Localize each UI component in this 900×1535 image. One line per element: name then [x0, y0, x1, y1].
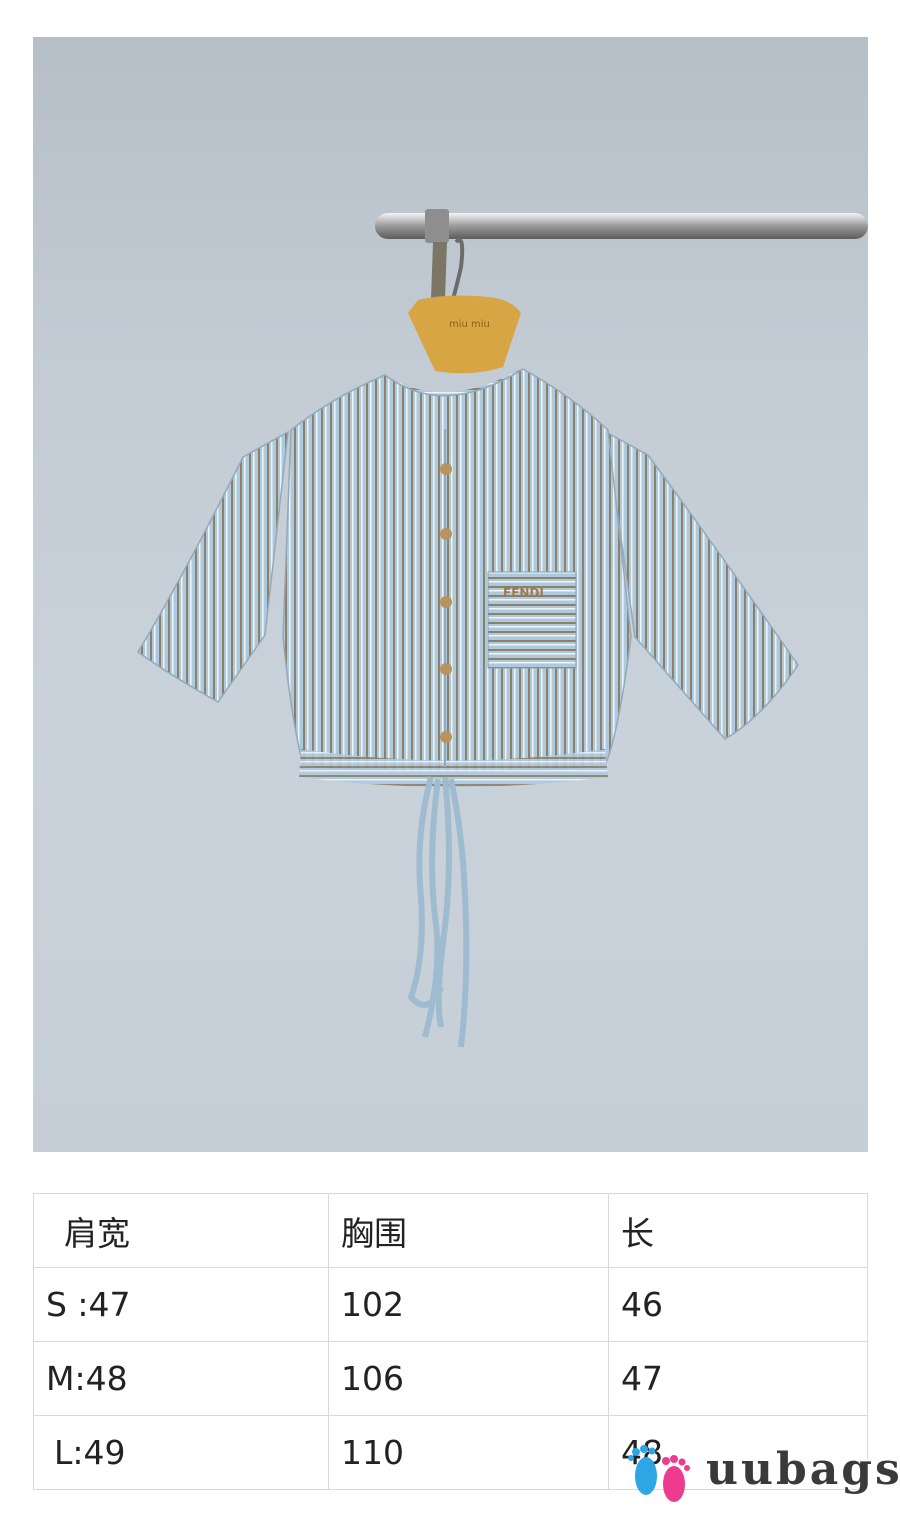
chest-value: 110: [328, 1415, 609, 1490]
watermark-text: uubags: [705, 1443, 900, 1496]
chest-value: 106: [328, 1341, 609, 1416]
size-label: S :47: [33, 1267, 329, 1342]
header-chest: 胸围: [328, 1193, 609, 1268]
shirt: FENDI: [137, 368, 799, 1048]
pocket-logo: FENDI: [503, 586, 544, 600]
watermark: uubags: [622, 1438, 900, 1510]
hanger-brand: miu miu: [449, 319, 490, 330]
drawstring: [407, 776, 470, 1048]
length-value: 47: [608, 1341, 868, 1416]
hanging-rail: [375, 209, 868, 302]
header-shoulder-width: 肩宽: [33, 1193, 329, 1268]
header-length: 长: [608, 1193, 868, 1268]
chest-value: 102: [328, 1267, 609, 1342]
footprints-icon: [628, 1445, 690, 1502]
table-row: M:48 106 47: [33, 1341, 868, 1416]
table-row: S :47 102 46: [33, 1267, 868, 1342]
size-chart-header-row: 肩宽 胸围 长: [33, 1193, 868, 1268]
size-label: L:49: [33, 1415, 329, 1490]
size-label: M:48: [33, 1341, 329, 1416]
hanger: miu miu: [408, 238, 521, 374]
product-photo: miu miu FENDI: [33, 37, 868, 1152]
length-value: 46: [608, 1267, 868, 1342]
shirt-illustration: miu miu FENDI: [137, 209, 868, 1048]
